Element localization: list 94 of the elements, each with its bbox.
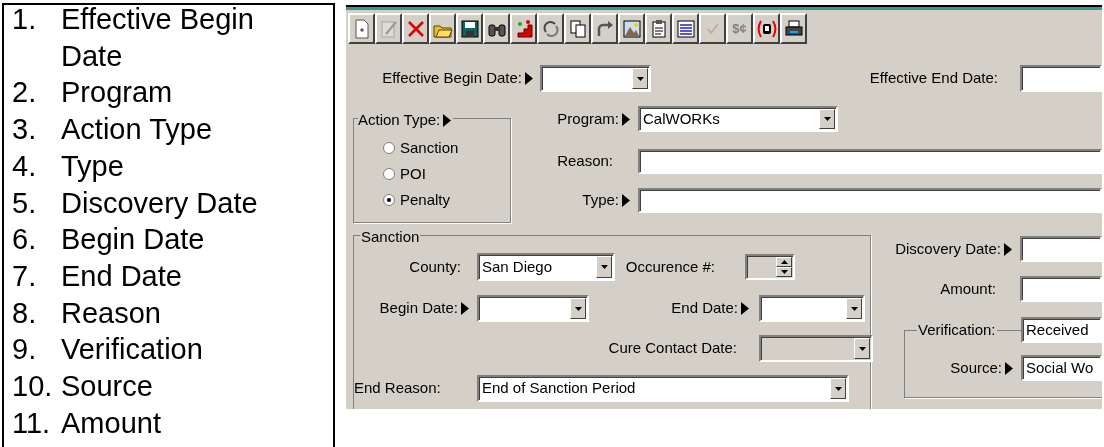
dropdown-field[interactable]: San Diego <box>477 253 615 281</box>
group-label: Action Type: <box>358 110 441 130</box>
list-item-text: Reason <box>61 295 162 331</box>
bracket-icon <box>756 18 777 39</box>
text-field[interactable]: Social Wo <box>1021 355 1102 381</box>
dropdown-button[interactable] <box>596 256 612 278</box>
list-item-text: Program <box>61 75 174 111</box>
toolbar-button[interactable] <box>672 13 699 44</box>
text-field[interactable]: Received <box>1021 317 1102 343</box>
dropdown-button[interactable] <box>846 298 862 319</box>
toolbar-button[interactable] <box>402 13 429 44</box>
dropdown-field[interactable] <box>477 295 589 322</box>
delete-icon <box>405 18 426 39</box>
list-number: 4. <box>11 148 38 184</box>
copy-icon <box>567 18 588 39</box>
list-number: 6. <box>11 222 38 258</box>
radio-label: Penalty <box>400 189 451 210</box>
caret-down-icon <box>823 117 831 121</box>
dropdown-field[interactable] <box>540 65 651 92</box>
radio-label: Sanction <box>400 137 459 158</box>
toolbar-button[interactable] <box>618 13 645 44</box>
caret-down-icon <box>574 306 582 311</box>
caret-down-icon <box>600 265 608 269</box>
caret-up-icon <box>780 260 788 264</box>
dropdown-button[interactable] <box>570 298 586 319</box>
caret-down-icon <box>858 346 866 351</box>
text-field[interactable] <box>638 188 1102 213</box>
edit-icon <box>378 18 399 39</box>
toolbar-button[interactable] <box>510 13 537 44</box>
toolbar-button[interactable] <box>753 13 780 44</box>
list-item-text: Amount <box>61 405 162 441</box>
radio-button[interactable] <box>383 194 395 206</box>
text-field[interactable] <box>1020 65 1102 92</box>
toolbar-button[interactable] <box>537 13 564 44</box>
field-label: Program: <box>557 108 619 129</box>
list-item-text: Type <box>61 148 125 184</box>
field-label: Begin Date: <box>379 298 458 319</box>
text-field[interactable] <box>1020 276 1102 302</box>
field-label: Effective End Date: <box>869 68 998 89</box>
list-number: 9. <box>11 332 38 368</box>
list-item-text: Begin Date <box>61 222 206 258</box>
list-item-text: Effective Begin Date <box>61 5 255 74</box>
caret-down-icon <box>834 386 842 391</box>
list-number: 5. <box>11 185 38 221</box>
field-label: Occurence #: <box>625 256 715 277</box>
list-number: 8. <box>11 295 38 331</box>
toolbar-button[interactable] <box>483 13 510 44</box>
field-label: County: <box>409 256 461 277</box>
toolbar-button[interactable] <box>429 13 456 44</box>
dropdown-button[interactable] <box>830 378 846 399</box>
list-number: 1. <box>11 5 38 37</box>
image-icon <box>621 18 642 39</box>
dropdown-field[interactable]: End of Sanction Period <box>477 375 849 402</box>
toolbar-button[interactable] <box>780 13 807 44</box>
printer-icon <box>783 18 804 39</box>
toolbar-button[interactable] <box>456 13 483 44</box>
dropdown-button[interactable] <box>819 109 835 129</box>
caret-down-icon <box>780 270 788 274</box>
field-label: Effective Begin Date: <box>382 68 522 89</box>
radio-button[interactable] <box>383 168 395 180</box>
list-number: 10. <box>11 369 54 405</box>
list-number: 7. <box>11 258 38 294</box>
toolbar-button[interactable] <box>591 13 618 44</box>
list-number: 3. <box>11 112 38 148</box>
text-field[interactable] <box>638 149 1102 174</box>
list-item-text: End Date <box>61 258 183 294</box>
list-number: 2. <box>11 75 38 111</box>
text-field[interactable] <box>1020 236 1102 262</box>
list-number: 11. <box>11 405 52 441</box>
list-item-text: Discovery Date <box>61 185 259 221</box>
caret-down-icon <box>636 76 644 81</box>
field-label: Cure Contact Date: <box>608 338 737 359</box>
field-label: Source: <box>950 357 1002 378</box>
field-label: Type: <box>582 190 619 211</box>
field-label: End Date: <box>671 298 738 319</box>
field-label: End Reason: <box>354 378 441 399</box>
caret-down-icon <box>850 306 858 311</box>
dropdown-field[interactable]: CalWORKs <box>638 106 838 132</box>
field-label: Discovery Date: <box>895 238 1001 259</box>
list-item-text: Source <box>61 369 154 405</box>
toolbar-button[interactable] <box>645 13 672 44</box>
radio-label: POI <box>400 163 426 184</box>
list-item-text: Verification <box>61 332 204 368</box>
save-icon <box>459 18 480 39</box>
list-item-text: Action Type <box>61 112 213 148</box>
toolbar-button[interactable] <box>564 13 591 44</box>
refresh-icon <box>540 18 561 39</box>
field-label: Amount: <box>940 278 996 299</box>
form-icon <box>675 18 696 39</box>
field-label: Reason: <box>557 151 613 172</box>
toolbar-button[interactable] <box>348 13 375 44</box>
dropdown-field[interactable] <box>759 295 865 322</box>
dropdown-button[interactable] <box>632 68 648 89</box>
radio-button[interactable] <box>383 142 395 154</box>
